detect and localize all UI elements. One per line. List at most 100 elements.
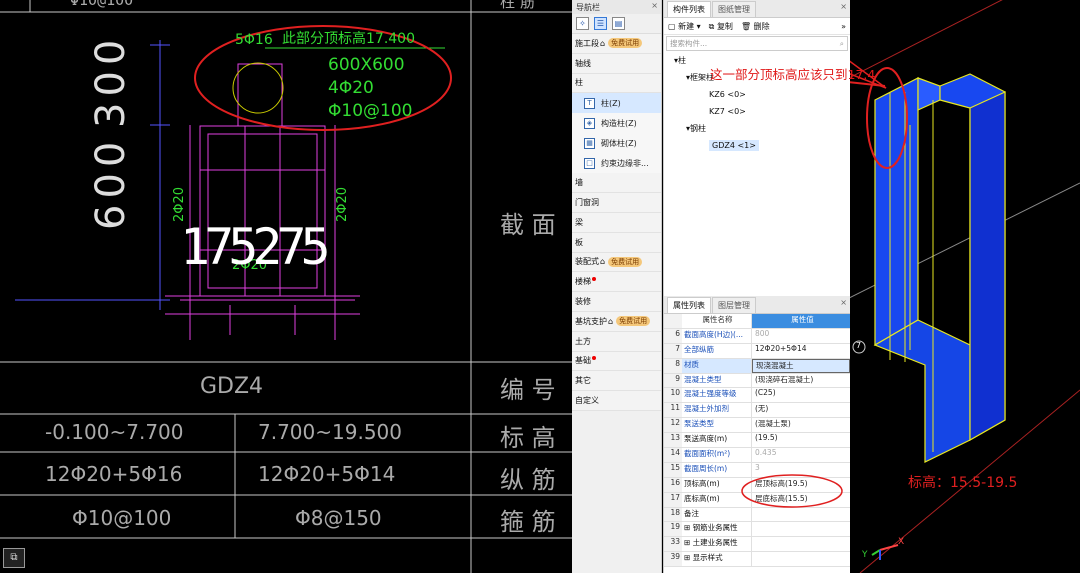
nav-item-4[interactable]: ◈ 构造柱(Z) (572, 113, 661, 134)
close-icon[interactable]: × (651, 1, 658, 10)
nav-item-2[interactable]: 柱 (572, 73, 661, 94)
prop-row[interactable]: 16 顶标高(m) 层顶标高(19.5) (664, 477, 850, 493)
prop-row[interactable]: 19 ⊞ 钢筋业务属性 (664, 522, 850, 538)
prop-value[interactable]: 0.435 (752, 448, 850, 462)
nav-item-16[interactable]: 基础 (572, 351, 661, 372)
prop-row[interactable]: 18 备注 (664, 507, 850, 523)
prop-value[interactable]: 800 (752, 329, 850, 343)
nav-item-18[interactable]: 自定义 (572, 391, 661, 411)
prop-value[interactable]: 现浇混凝土 (752, 358, 850, 373)
nav-item-13[interactable]: 装修 (572, 292, 661, 312)
prop-row[interactable]: 12 泵送类型 (混凝土泵) (664, 418, 850, 434)
column-type-icon: ▦ (584, 137, 595, 149)
close-icon[interactable]: × (840, 2, 847, 11)
list-view-icon[interactable]: ☰ (594, 17, 607, 30)
right-2phi20: 2Φ20 (335, 186, 350, 222)
prop-tabs: 属性列表 图层管理 × (664, 296, 850, 314)
new-icon: ▢ (668, 21, 679, 31)
label-zongjin: 纵 筋 (500, 466, 556, 494)
nav-item-6[interactable]: □ 约束边缘非... (572, 153, 661, 174)
prop-value[interactable]: 层顶标高(19.5) (752, 478, 850, 492)
prop-row[interactable]: 15 截面周长(m) 3 (664, 462, 850, 478)
nav-item-3[interactable]: T 柱(Z) (572, 93, 661, 114)
layout-toggle-icon[interactable]: ⧉ (3, 548, 25, 568)
trial-badge[interactable]: 免费试用 (616, 316, 651, 327)
nav-item-17[interactable]: 其它 (572, 371, 661, 392)
nav-item-11[interactable]: 装配式 ⌂ 免费试用 (572, 252, 661, 273)
close-icon[interactable]: × (840, 298, 847, 307)
tree-steel-label: 钢柱 (690, 124, 707, 133)
prop-header-index (664, 314, 682, 328)
prop-row[interactable]: 39 ⊞ 显示样式 (664, 552, 850, 568)
trial-badge[interactable]: 免费试用 (608, 256, 643, 267)
nav-item-label: 墙 (575, 178, 583, 188)
new-dot-icon (592, 355, 596, 360)
prop-index: 10 (664, 388, 682, 403)
tree-node-kz7[interactable]: KZ7 <0> (664, 103, 850, 120)
prop-row[interactable]: 17 底标高(m) 层底标高(15.5) (664, 492, 850, 508)
nav-item-0[interactable]: 施工段 ⌂ 免费试用 (572, 34, 661, 54)
prop-row[interactable]: 14 截面面积(m²) 0.435 (664, 448, 850, 463)
prop-row[interactable]: 9 混凝土类型 (现浇碎石混凝土) (664, 373, 850, 389)
nav-item-5[interactable]: ▦ 砌体柱(Z) (572, 133, 661, 154)
prop-value[interactable]: (无) (752, 403, 850, 417)
copy-label: 复制 (716, 21, 733, 31)
nav-item-7[interactable]: 墙 (572, 173, 661, 194)
nav-item-14[interactable]: 基坑支护 ⌂ 免费试用 (572, 311, 661, 332)
column-type-icon: □ (584, 157, 595, 169)
copy-button[interactable]: ⧉ 复制 (709, 21, 733, 32)
prop-value[interactable]: (现浇碎石混凝土) (752, 374, 850, 388)
nav-item-label: 装修 (575, 297, 591, 307)
prop-value[interactable] (752, 508, 850, 522)
nav-item-label: 其它 (575, 376, 591, 386)
prop-value[interactable]: 12Φ20+5Φ14 (752, 344, 850, 358)
prop-value[interactable] (752, 522, 850, 536)
nav-item-1[interactable]: 轴线 (572, 53, 661, 74)
tree-node-steel[interactable]: ▾ 钢柱 (664, 120, 850, 137)
search-placeholder: 搜索构件... (670, 39, 708, 48)
prop-index: 8 (664, 358, 682, 373)
prop-row[interactable]: 10 混凝土强度等级 (C25) (664, 388, 850, 404)
nav-item-15[interactable]: 土方 (572, 331, 661, 352)
prop-row[interactable]: 8 材质 现浇混凝土 (664, 358, 850, 374)
nav-item-label: 约束边缘非... (601, 158, 649, 168)
tree-node-kz6[interactable]: KZ6 <0> (664, 86, 850, 103)
nav-item-8[interactable]: 门窗洞 (572, 193, 661, 213)
pin-icon[interactable]: ✧ (576, 17, 589, 30)
delete-button[interactable]: 🗑 删除 (741, 21, 770, 32)
lock-icon: ⌂ (600, 38, 606, 48)
nav-item-10[interactable]: 板 (572, 232, 661, 253)
prop-name: 泵送高度(m) (682, 433, 752, 448)
tab-drawing-manage[interactable]: 图纸管理 (712, 1, 756, 17)
prop-value[interactable]: (19.5) (752, 433, 850, 447)
prop-index: 11 (664, 403, 682, 418)
nav-item-9[interactable]: 梁 (572, 212, 661, 233)
prop-value[interactable] (752, 537, 850, 551)
prop-row[interactable]: 33 ⊞ 土建业务属性 (664, 537, 850, 553)
nav-item-label: 柱(Z) (601, 98, 621, 108)
nav-item-12[interactable]: 楼梯 (572, 272, 661, 293)
prop-row[interactable]: 6 截面高度(H边)(... 800 (664, 328, 850, 344)
prop-row[interactable]: 7 全部纵筋 12Φ20+5Φ14 (664, 343, 850, 359)
prop-header-name: 属性名称 (682, 314, 752, 328)
tab-component-list[interactable]: 构件列表 (667, 1, 711, 17)
prop-value[interactable]: (混凝土泵) (752, 418, 850, 432)
prop-value[interactable] (752, 552, 850, 566)
tree-node-gdz4[interactable]: GDZ4 <1> (664, 137, 850, 154)
prop-value[interactable]: 3 (752, 463, 850, 477)
navigation-panel: 导航栏 × ✧ ☰ ▤ 施工段 ⌂ 免费试用 轴线柱 T 柱(Z) ◈ 构造柱(Z) ▦ 砌体柱(… (572, 0, 662, 573)
prop-row[interactable]: 13 泵送高度(m) (19.5) (664, 433, 850, 449)
left-2phi20: 2Φ20 (172, 186, 187, 222)
tab-property-list[interactable]: 属性列表 (667, 297, 711, 313)
new-button[interactable]: ▢ 新建 ▾ (668, 21, 701, 32)
more-icon[interactable]: » (841, 22, 846, 31)
tab-layer-manage[interactable]: 图层管理 (712, 297, 756, 313)
prop-value[interactable]: (C25) (752, 388, 850, 402)
tree-root-label: 柱 (678, 56, 687, 65)
section-stirrups: Φ10@100 (328, 101, 413, 121)
trial-badge[interactable]: 免费试用 (608, 38, 643, 49)
search-input[interactable]: 搜索构件... ⌕ (666, 36, 848, 51)
prop-row[interactable]: 11 混凝土外加剂 (无) (664, 403, 850, 419)
prop-value[interactable]: 层底标高(15.5) (752, 493, 850, 507)
grid-view-icon[interactable]: ▤ (612, 17, 625, 30)
